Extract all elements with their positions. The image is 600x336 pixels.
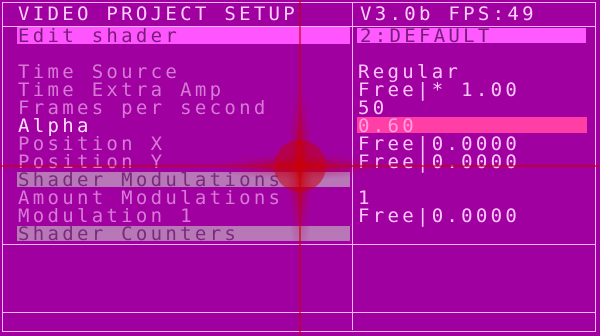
modulation-1-value[interactable]: Free|0.0000	[358, 207, 520, 226]
shader-select-value[interactable]: 2:DEFAULT	[360, 27, 493, 46]
version-fps-readout: V3.0b FPS:49	[360, 3, 537, 25]
app-title: VIDEO PROJECT SETUP	[18, 3, 299, 25]
position-y-value[interactable]: Free|0.0000	[358, 153, 520, 172]
footer-divider-bottom	[2, 312, 596, 313]
column-divider	[352, 2, 353, 330]
menu-item-edit-shader[interactable]: Edit shader	[18, 27, 180, 46]
menu-item-shader-counters[interactable]: Shader Counters	[18, 225, 239, 244]
